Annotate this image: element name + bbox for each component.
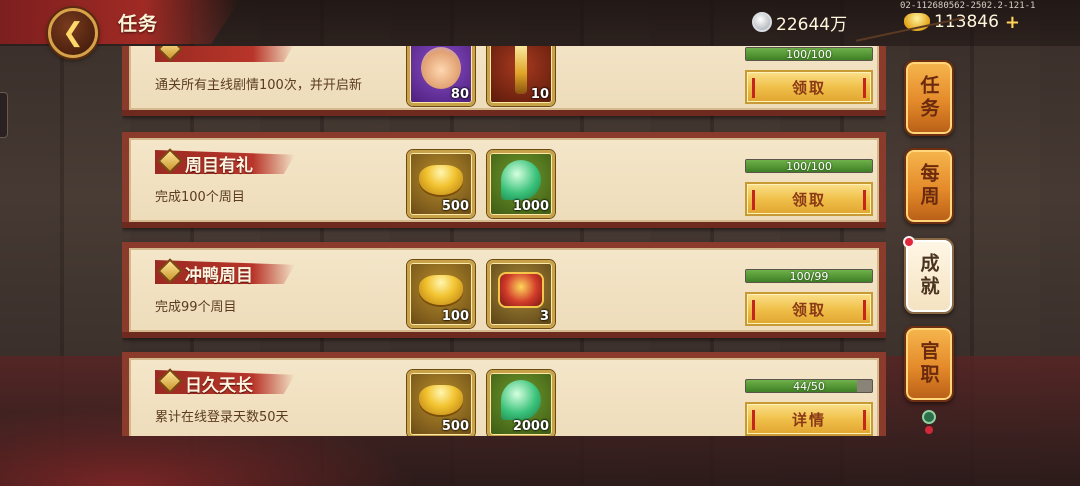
progress-text: 100/100 — [786, 160, 832, 173]
silver-coin-icon — [752, 12, 772, 32]
task-progress-bar: 44/50 — [745, 379, 873, 393]
task-card: 冲鸭周目 完成99个周目 100 3 100/99 领取 — [122, 242, 886, 338]
tab-achievements[interactable]: 成就 — [904, 238, 954, 314]
bead-icon — [925, 426, 933, 434]
tab-weekly[interactable]: 每周 — [904, 148, 954, 224]
notification-dot — [903, 236, 915, 248]
reward-slot[interactable]: 2000 — [487, 370, 555, 436]
details-button[interactable]: 详情 — [745, 402, 873, 436]
task-card: 周目有礼 完成100个周目 500 1000 100/100 领取 — [122, 132, 886, 228]
claim-button[interactable]: 领取 — [745, 70, 873, 104]
left-scroll-handle[interactable] — [0, 92, 8, 138]
jade-icon — [501, 160, 541, 201]
knot-icon — [922, 410, 936, 424]
gold-ingot-icon — [419, 385, 463, 416]
silver-amount: 22644万 — [776, 14, 848, 35]
reward-quantity: 100 — [441, 309, 469, 324]
reward-slot[interactable]: 500 — [407, 370, 475, 436]
jade-icon — [501, 380, 541, 421]
tab-tasks[interactable]: 任务 — [904, 60, 954, 136]
task-title: 冲鸭周目 — [185, 266, 253, 286]
task-description: 完成99个周目 — [155, 300, 237, 315]
tab-official-rank[interactable]: 官职 — [904, 326, 954, 402]
progress-text: 100/100 — [786, 48, 832, 61]
treasure-chest-icon — [498, 272, 544, 309]
reward-quantity: 10 — [530, 87, 549, 102]
back-button[interactable]: ❮ — [48, 8, 98, 58]
progress-text: 44/50 — [793, 380, 825, 393]
task-description: 累计在线登录天数50天 — [155, 410, 289, 425]
reward-slot[interactable]: 80 — [407, 46, 475, 106]
tassel-decoration — [922, 410, 936, 440]
add-gold-button[interactable]: + — [1005, 12, 1020, 33]
progress-text: 100/99 — [789, 270, 829, 283]
reward-quantity: 2000 — [512, 419, 549, 434]
reward-quantity: 3 — [539, 309, 549, 324]
task-list[interactable]: 通关所有主线剧情100次，并开启新 80 10 100/100 领取 周目有礼 … — [122, 46, 886, 436]
reward-quantity: 500 — [441, 199, 469, 214]
back-arrow-icon: ❮ — [62, 18, 84, 48]
reward-slot[interactable]: 3 — [487, 260, 555, 328]
reward-quantity: 500 — [441, 419, 469, 434]
task-progress-bar: 100/100 — [745, 47, 873, 61]
task-description: 通关所有主线剧情100次，并开启新 — [155, 78, 362, 93]
task-progress-bar: 100/99 — [745, 269, 873, 283]
silver-currency: 22644万 — [752, 10, 848, 35]
reward-quantity: 1000 — [512, 199, 549, 214]
hero-portrait-icon — [421, 47, 461, 90]
claim-button[interactable]: 领取 — [745, 182, 873, 216]
task-progress-bar: 100/100 — [745, 159, 873, 173]
task-description: 完成100个周目 — [155, 190, 245, 205]
gold-ingot-icon — [419, 165, 463, 196]
task-title: 周目有礼 — [185, 156, 253, 176]
golden-weapon-icon — [515, 46, 527, 95]
page-title: 任务 — [118, 13, 159, 35]
reward-slot[interactable]: 500 — [407, 150, 475, 218]
reward-slot[interactable]: 10 — [487, 46, 555, 106]
claim-button[interactable]: 领取 — [745, 292, 873, 326]
reward-slot[interactable]: 100 — [407, 260, 475, 328]
reward-slot[interactable]: 1000 — [487, 150, 555, 218]
task-card: 通关所有主线剧情100次，并开启新 80 10 100/100 领取 — [122, 46, 886, 116]
task-title: 日久天长 — [185, 376, 253, 396]
task-card: 日久天长 累计在线登录天数50天 500 2000 44/50 详情 — [122, 352, 886, 436]
reward-quantity: 80 — [450, 87, 469, 102]
gold-ingot-icon — [419, 275, 463, 306]
